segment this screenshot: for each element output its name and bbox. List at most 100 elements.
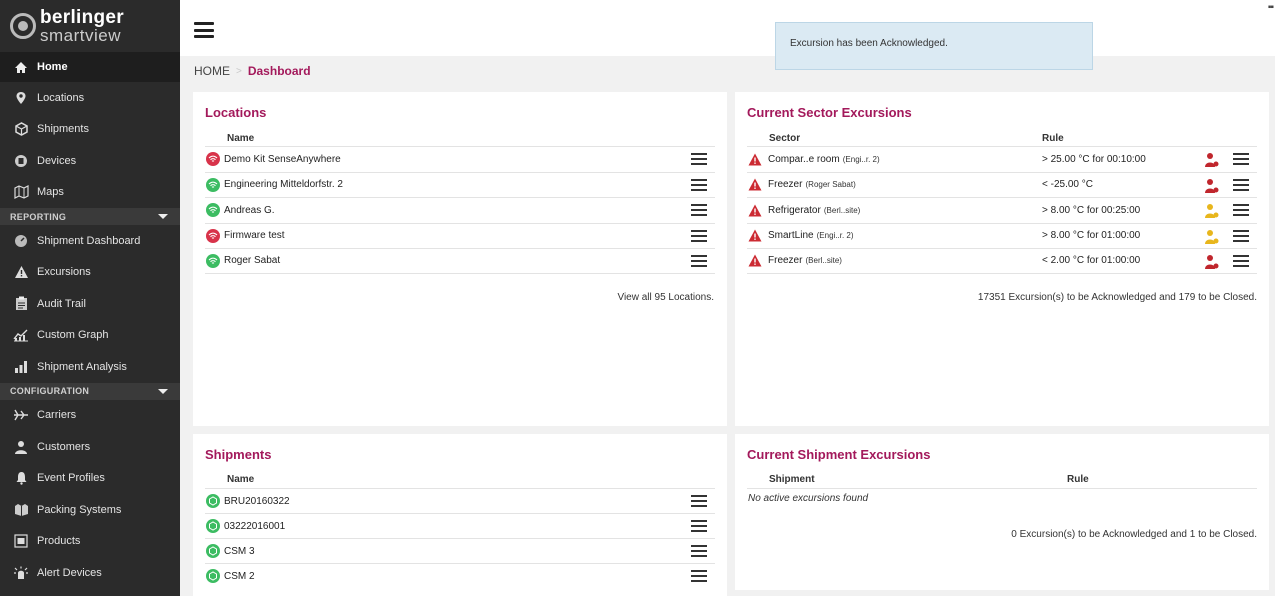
rule-text: < -25.00 °C	[1042, 179, 1093, 191]
sector-name[interactable]: Freezer	[768, 255, 802, 266]
sector-site: (Berl..site)	[805, 256, 842, 266]
reporting-section-header[interactable]: REPORTING	[0, 208, 180, 225]
shipment-excursions-summary[interactable]: 0 Excursion(s) to be Acknowledged and 1 …	[1011, 529, 1257, 540]
alert-icon	[13, 565, 29, 581]
table-row[interactable]: Refrigerator (Berl..site) > 8.00 °C for …	[747, 197, 1257, 223]
empty-state-text: No active excursions found	[748, 493, 869, 504]
row-menu-icon[interactable]	[691, 545, 707, 557]
sidebar-item-locations[interactable]: Locations	[0, 82, 180, 114]
sidebar-item-label: Shipment Analysis	[37, 360, 127, 373]
sector-site: (Engi..r. 2)	[816, 231, 854, 241]
bell-icon	[13, 470, 29, 486]
locations-panel: Locations Name Demo Kit SenseAnywhere En…	[193, 92, 727, 426]
packing-icon	[13, 502, 29, 518]
list-item[interactable]: CSM 3	[205, 538, 715, 563]
row-menu-icon[interactable]	[691, 229, 707, 242]
table-row[interactable]: Freezer (Berl..site) < 2.00 °C for 01:00…	[747, 248, 1257, 274]
sector-name[interactable]: Refrigerator	[768, 205, 821, 216]
sidebar-item-shipments[interactable]: Shipments	[0, 114, 180, 146]
sidebar-item-audit-trail[interactable]: Audit Trail	[0, 288, 180, 320]
sidebar-item-shipment-dashboard[interactable]: Shipment Dashboard	[0, 225, 180, 257]
wifi-status-icon	[206, 203, 220, 218]
sidebar-item-shipment-analysis[interactable]: Shipment Analysis	[0, 351, 180, 383]
acknowledge-user-icon[interactable]	[1205, 254, 1219, 270]
column-header-rule: Rule	[1042, 133, 1064, 144]
notification-toast[interactable]: Excursion has been Acknowledged.	[775, 22, 1093, 70]
sidebar-item-label: Locations	[37, 91, 85, 104]
sidebar-item-home[interactable]: Home	[0, 52, 180, 82]
location-name[interactable]: Engineering Mitteldorfstr. 2	[224, 179, 343, 190]
sidebar-item-event-profiles[interactable]: Event Profiles	[0, 463, 180, 495]
clipboard-icon	[13, 296, 29, 312]
list-item[interactable]: Engineering Mitteldorfstr. 2	[205, 171, 715, 198]
shipment-name[interactable]: CSM 3	[224, 546, 255, 557]
breadcrumb: HOME > Dashboard	[180, 56, 1275, 86]
sidebar-item-label: Audit Trail	[37, 297, 86, 310]
plane-icon	[13, 407, 29, 423]
row-menu-icon[interactable]	[691, 204, 707, 216]
list-item[interactable]: Roger Sabat	[205, 248, 715, 274]
acknowledge-user-icon[interactable]	[1205, 203, 1219, 219]
row-menu-icon[interactable]	[1233, 229, 1249, 242]
sector-excursions-list: Compar..e room (Engi..r. 2) > 25.00 °C f…	[747, 146, 1257, 274]
excursions-summary[interactable]: 17351 Excursion(s) to be Acknowledged an…	[978, 292, 1257, 303]
sidebar-item-packing-systems[interactable]: Packing Systems	[0, 494, 180, 526]
row-menu-icon[interactable]	[691, 570, 707, 582]
bar-chart-icon	[13, 359, 29, 375]
sidebar-item-custom-graph[interactable]: Custom Graph	[0, 320, 180, 352]
list-item[interactable]: BRU20160322	[205, 488, 715, 513]
sector-name[interactable]: Freezer	[768, 179, 802, 190]
home-icon	[13, 59, 29, 75]
brand-logo[interactable]: berlinger smartview	[0, 0, 180, 52]
sidebar-item-excursions[interactable]: Excursions	[0, 257, 180, 289]
list-item[interactable]: Demo Kit SenseAnywhere	[205, 146, 715, 172]
list-item[interactable]: Andreas G.	[205, 197, 715, 223]
table-row[interactable]: Compar..e room (Engi..r. 2) > 25.00 °C f…	[747, 146, 1257, 172]
menu-toggle-icon[interactable]	[194, 22, 214, 38]
warning-icon	[13, 264, 29, 280]
acknowledge-user-icon[interactable]	[1205, 152, 1219, 168]
location-name[interactable]: Andreas G.	[224, 205, 275, 216]
more-icon[interactable]: ▪▪	[1268, 2, 1274, 13]
row-menu-icon[interactable]	[691, 520, 707, 532]
sidebar-item-customers[interactable]: Customers	[0, 431, 180, 463]
row-menu-icon[interactable]	[1233, 204, 1249, 216]
sidebar-item-carriers[interactable]: Carriers	[0, 400, 180, 432]
list-item[interactable]: 03222016001	[205, 513, 715, 538]
sector-name[interactable]: SmartLine	[768, 230, 814, 241]
configuration-section-header[interactable]: CONFIGURATION	[0, 382, 180, 400]
sidebar-item-alert-devices[interactable]: Alert Devices	[0, 557, 180, 589]
shipment-name[interactable]: BRU20160322	[224, 496, 290, 507]
rule-text: > 8.00 °C for 01:00:00	[1042, 230, 1141, 242]
section-label: REPORTING	[10, 211, 67, 222]
location-name[interactable]: Firmware test	[224, 230, 285, 241]
sidebar-item-devices[interactable]: Devices	[0, 145, 180, 177]
shipment-name[interactable]: 03222016001	[224, 521, 285, 532]
section-label: CONFIGURATION	[10, 386, 90, 396]
table-row[interactable]: Freezer (Roger Sabat) < -25.00 °C	[747, 171, 1257, 198]
sidebar-item-products[interactable]: Products	[0, 526, 180, 558]
panel-title: Current Sector Excursions	[747, 105, 912, 120]
list-item[interactable]: CSM 2	[205, 563, 715, 588]
table-row[interactable]: SmartLine (Engi..r. 2) > 8.00 °C for 01:…	[747, 222, 1257, 249]
sidebar-item-label: Excursions	[37, 266, 91, 279]
acknowledge-user-icon[interactable]	[1205, 229, 1219, 245]
row-menu-icon[interactable]	[1233, 153, 1249, 165]
row-menu-icon[interactable]	[691, 178, 707, 191]
location-name[interactable]: Demo Kit SenseAnywhere	[224, 154, 341, 165]
row-menu-icon[interactable]	[1233, 178, 1249, 191]
row-menu-icon[interactable]	[691, 495, 707, 507]
list-item[interactable]: Firmware test	[205, 222, 715, 249]
sidebar-item-maps[interactable]: Maps	[0, 177, 180, 209]
row-menu-icon[interactable]	[691, 255, 707, 267]
acknowledge-user-icon[interactable]	[1205, 178, 1219, 194]
sidebar: berlinger smartview Home Locations Shipm…	[0, 0, 180, 596]
row-menu-icon[interactable]	[691, 153, 707, 165]
panel-title: Locations	[205, 105, 267, 120]
sector-name[interactable]: Compar..e room	[768, 154, 840, 165]
shipment-name[interactable]: CSM 2	[224, 571, 255, 582]
breadcrumb-home[interactable]: HOME	[194, 64, 230, 78]
view-all-locations-link[interactable]: View all 95 Locations.	[617, 292, 714, 303]
location-name[interactable]: Roger Sabat	[224, 255, 280, 266]
row-menu-icon[interactable]	[1233, 255, 1249, 267]
